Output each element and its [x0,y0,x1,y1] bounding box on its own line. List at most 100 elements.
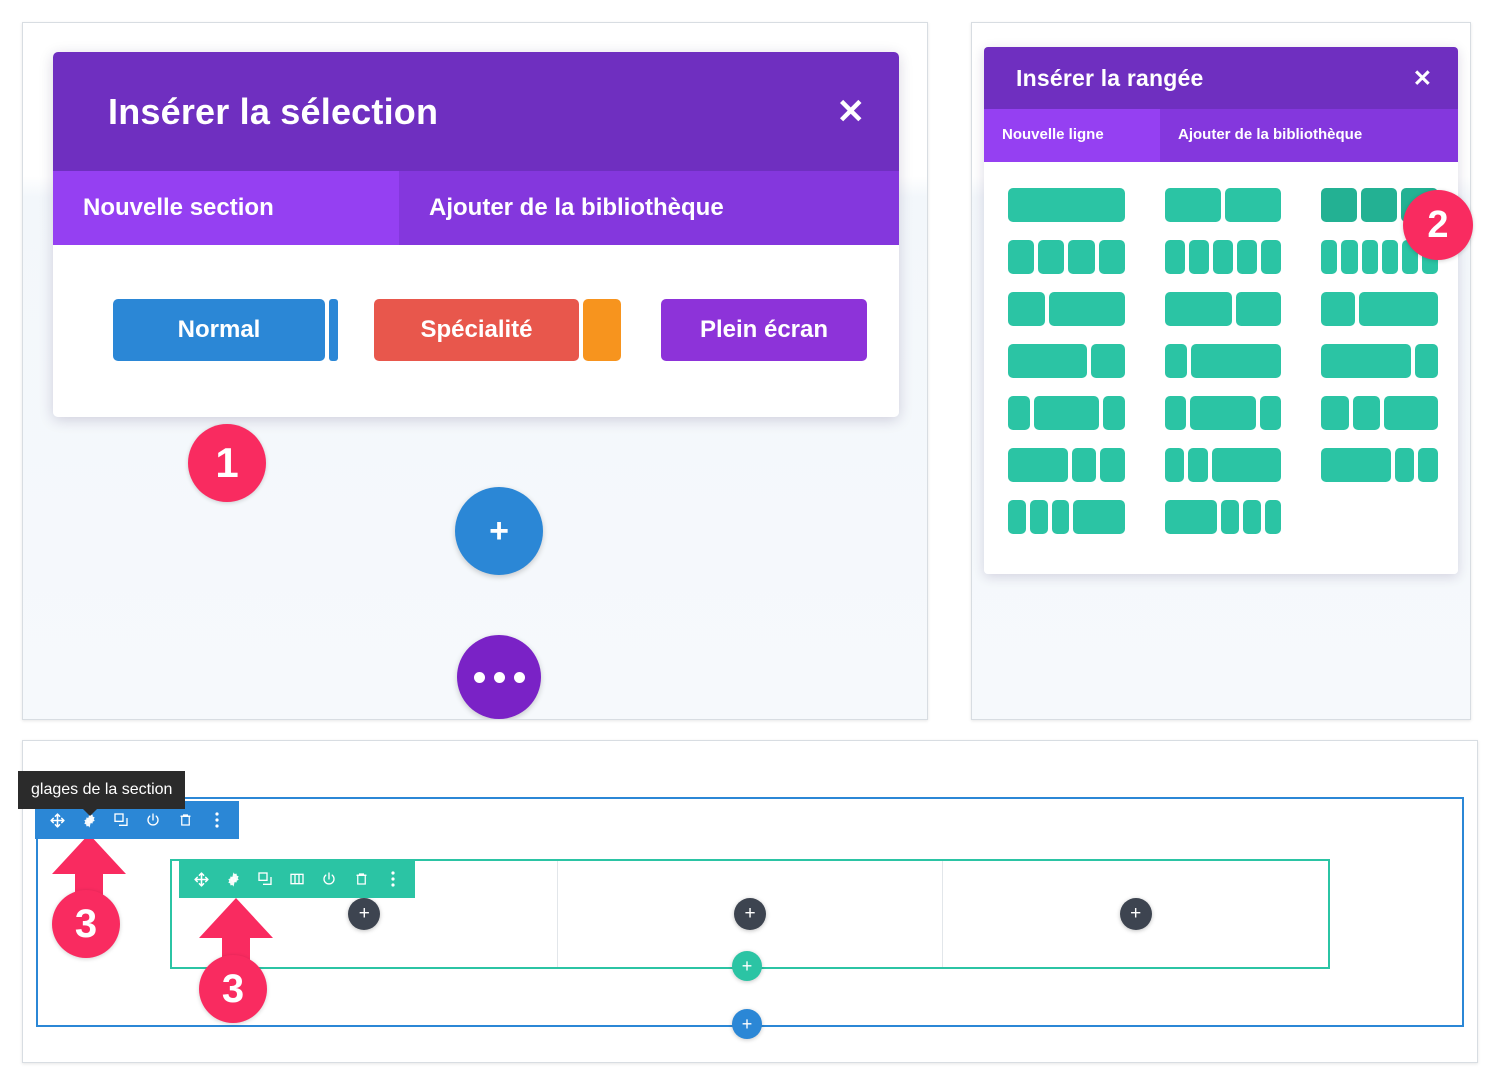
move-icon[interactable] [185,871,217,888]
layout-column-block [1008,500,1026,534]
add-module-button[interactable]: + [348,898,381,930]
layout-column-block [1221,500,1239,534]
add-row-button[interactable]: + [732,951,762,981]
row-layout-grid [984,162,1458,574]
layout-column-block [1321,396,1349,430]
close-icon[interactable]: ✕ [837,95,866,129]
row-layout-group [1008,500,1438,534]
row-layout-option[interactable] [1008,292,1125,326]
layout-column-block [1190,396,1256,430]
row-layout-option[interactable] [1008,188,1125,222]
row-layout-option[interactable] [1321,448,1439,482]
layout-column-block [1049,292,1125,326]
column-3[interactable]: + [943,861,1328,967]
layout-column-block [1361,188,1398,222]
layout-column-block [1211,448,1282,482]
layout-column-block [1341,240,1358,274]
row-layout-option[interactable] [1164,292,1282,326]
duplicate-icon[interactable] [249,871,281,887]
row-layout-group [1008,240,1438,274]
plus-icon: + [489,511,509,550]
section-settings-tooltip: glages de la section [18,771,186,816]
row-layout-option[interactable] [1164,448,1282,482]
layout-column-block [1164,448,1185,482]
layout-column-block [1242,500,1261,534]
add-module-button[interactable]: + [734,898,766,930]
row-layout-option[interactable] [1321,344,1439,378]
trash-icon[interactable] [169,812,201,828]
plein-ecran-button[interactable]: Plein écran [661,299,867,361]
trash-icon[interactable] [345,871,377,887]
tab-nouvelle-ligne[interactable]: Nouvelle ligne [984,109,1160,162]
screenshot-stage: + Insérer la sélection ✕ Nouvelle sectio… [0,0,1500,1085]
normal-button-accent [329,299,338,361]
layout-column-block [1225,188,1282,222]
row-layout-option[interactable] [1164,344,1282,378]
add-section-fab[interactable]: + [455,487,543,575]
row-layout-option [1321,500,1438,534]
layout-column-block [1188,448,1208,482]
row-layout-option[interactable] [1008,240,1125,274]
row-layout-option[interactable] [1164,188,1282,222]
layout-column-block [1236,292,1282,326]
row-layout-option[interactable] [1321,396,1439,430]
marker-badge-2: 2 [1403,190,1473,260]
layout-column-block [1090,344,1125,378]
ellipsis-icon [473,671,525,683]
layout-column-block [1415,344,1439,378]
layout-column-block [1033,396,1099,430]
ellipsis-vertical-icon[interactable] [377,870,409,888]
layout-column-block [1188,240,1209,274]
layout-column-block [1394,448,1415,482]
layout-column-block [1264,500,1282,534]
insert-row-panel: Insérer la rangée ✕ Nouvelle ligne Ajout… [971,22,1471,720]
power-icon[interactable] [137,812,169,828]
row-layout-option[interactable] [1008,448,1125,482]
move-icon[interactable] [41,812,73,829]
tab-ajouter-bibliotheque[interactable]: Ajouter de la bibliothèque [1160,109,1458,162]
row-layout-option[interactable] [1164,396,1282,430]
modal-header: Insérer la rangée ✕ [984,47,1458,109]
row-layout-option[interactable] [1008,344,1125,378]
modal-header: Insérer la sélection ✕ [53,52,899,171]
row-layout-option[interactable] [1164,500,1282,534]
row-layout-group [1008,188,1439,222]
modal-tabs: Nouvelle section Ajouter de la bibliothè… [53,171,899,245]
duplicate-icon[interactable] [105,812,137,828]
power-icon[interactable] [313,871,345,887]
columns-icon[interactable] [281,871,313,887]
layout-column-block [1164,500,1218,534]
tab-ajouter-bibliotheque[interactable]: Ajouter de la bibliothèque [399,171,899,245]
gear-icon[interactable] [217,871,249,888]
row-layout-option[interactable] [1008,500,1125,534]
add-section-button[interactable]: + [732,1009,762,1039]
marker-badge-1: 1 [188,424,266,502]
layout-column-block [1073,500,1125,534]
layout-column-block [1099,448,1125,482]
row-layout-group [1008,292,1439,326]
layout-column-block [1164,188,1222,222]
layout-column-block [1259,396,1282,430]
row-layout-option[interactable] [1164,240,1282,274]
specialite-button[interactable]: Spécialité [374,299,579,361]
row-layout-group [1008,344,1439,378]
marker-badge-3b: 3 [199,955,267,1023]
layout-column-block [1321,344,1412,378]
ellipsis-vertical-icon[interactable] [201,811,233,829]
row-layout-option[interactable] [1008,396,1125,430]
insert-section-modal: Insérer la sélection ✕ Nouvelle section … [53,52,899,417]
section-more-options-fab[interactable] [457,635,541,719]
add-module-button[interactable]: + [1119,898,1152,930]
layout-column-block [1102,396,1125,430]
layout-column-block [1008,396,1030,430]
layout-column-block [1008,292,1046,326]
normal-button[interactable]: Normal [113,299,325,361]
row-layout-option[interactable] [1321,292,1439,326]
row-toolbar[interactable] [179,860,415,898]
layout-column-block [1164,396,1187,430]
layout-column-block [1098,240,1125,274]
close-icon[interactable]: ✕ [1413,66,1432,90]
tab-nouvelle-section[interactable]: Nouvelle section [53,171,399,245]
layout-column-block [1029,500,1048,534]
modal-tabs: Nouvelle ligne Ajouter de la bibliothèqu… [984,109,1458,162]
